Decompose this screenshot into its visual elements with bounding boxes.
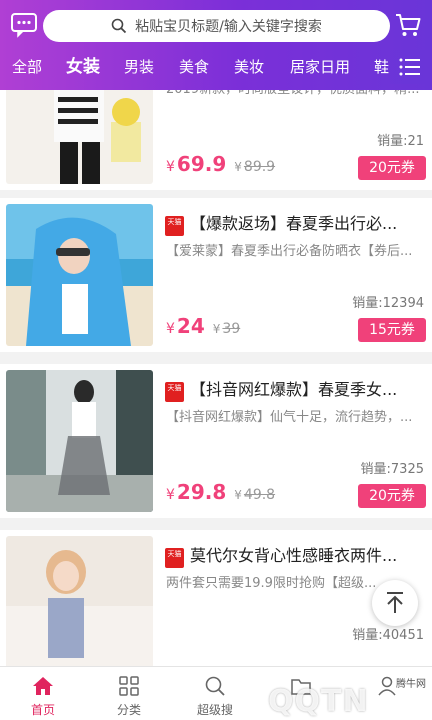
product-image[interactable] (6, 370, 153, 512)
product-card[interactable]: 天猫 莫代尔女背心性感睡衣两件... 两件套只需要19.9限时抢购【超级... … (0, 530, 432, 666)
product-card[interactable]: 天猫 【爆款返场】春夏季出行必... 【爱莱蒙】春夏季出行必备防晒衣【券后...… (0, 198, 432, 352)
coupon-badge[interactable]: 15元券 (358, 318, 426, 342)
tmall-badge: 天猫 (165, 216, 184, 236)
nav-home[interactable]: 首页 (0, 667, 86, 720)
sales-count: 销量:7325 (360, 462, 424, 477)
coupon-badge[interactable]: 20元券 (358, 156, 426, 180)
category-tabs: 全部 女装 男装 美食 美妆 居家日用 鞋 (0, 50, 390, 84)
tab-shoes[interactable]: 鞋 (374, 50, 389, 84)
original-price: 49.8 (243, 487, 276, 503)
price-row: ¥ 69.9 ¥ 89.9 (166, 152, 275, 180)
sales-count: 销量:12394 (352, 296, 424, 311)
coupon-price: 29.8 (176, 480, 227, 504)
original-price: 89.9 (243, 159, 276, 175)
currency-symbol: ¥ (166, 159, 175, 175)
currency-symbol: ¥ (166, 487, 175, 503)
product-card[interactable]: 天猫 【抖音网红爆款】春夏季女... 【抖音网红爆款】仙气十足，流行趋势，...… (0, 364, 432, 518)
product-list[interactable]: 2019新款，时尚版型设计，优质面料，精... 销量:21 ¥ 69.9 ¥ 8… (0, 90, 432, 666)
coupon-badge[interactable]: 20元券 (358, 484, 426, 508)
price-row: ¥ 24 ¥ 39 (166, 314, 240, 342)
coupon-price: 24 (176, 314, 205, 338)
product-image[interactable] (6, 90, 153, 184)
arrow-up-icon (387, 592, 403, 613)
user-icon (378, 676, 396, 696)
nav-label: 超级搜 (196, 703, 233, 717)
sales-count: 销量:21 (377, 134, 424, 149)
coupon-price: 69.9 (176, 152, 227, 176)
nav-category[interactable]: 分类 (86, 667, 172, 720)
watermark-logo: QQTN (268, 684, 369, 719)
tab-beauty[interactable]: 美妆 (234, 50, 264, 84)
product-image[interactable] (6, 204, 153, 346)
currency-symbol: ¥ (166, 321, 175, 337)
search-input[interactable]: 粘贴宝贝标题/输入关键字搜索 (43, 10, 390, 42)
product-desc: 【爱莱蒙】春夏季出行必备防晒衣【券后... (166, 244, 413, 259)
product-desc: 【抖音网红爆款】仙气十足，流行趋势，... (166, 410, 413, 425)
tab-mens[interactable]: 男装 (124, 50, 154, 84)
message-icon[interactable] (10, 12, 38, 38)
currency-symbol: ¥ (234, 488, 242, 502)
product-card[interactable]: 2019新款，时尚版型设计，优质面料，精... 销量:21 ¥ 69.9 ¥ 8… (0, 90, 432, 190)
nav-label: 分类 (116, 703, 141, 717)
product-title[interactable]: 莫代尔女背心性感睡衣两件... (190, 544, 426, 568)
tmall-badge: 天猫 (165, 382, 184, 402)
sales-count: 销量:40451 (352, 628, 424, 643)
tab-home[interactable]: 居家日用 (290, 50, 350, 84)
tab-food[interactable]: 美食 (179, 50, 209, 84)
product-title[interactable]: 【抖音网红爆款】春夏季女... (190, 378, 426, 402)
watermark-site: 腾牛网 (396, 679, 426, 690)
tmall-badge: 天猫 (165, 548, 184, 568)
original-price: 39 (222, 321, 241, 337)
product-desc: 2019新款，时尚版型设计，优质面料，精... (166, 90, 426, 100)
price-row: ¥ 29.8 ¥ 49.8 (166, 480, 275, 508)
list-menu-icon (399, 58, 420, 76)
category-icon (119, 676, 139, 696)
top-header: 粘贴宝贝标题/输入关键字搜索 全部 女装 男装 美食 美妆 居家日用 鞋 (0, 0, 432, 90)
nav-label: 首页 (30, 703, 55, 717)
cart-icon[interactable] (394, 11, 422, 39)
back-to-top-button[interactable] (372, 580, 418, 626)
more-categories-button[interactable] (390, 50, 432, 84)
search-icon (205, 676, 225, 696)
product-title[interactable]: 【爆款返场】春夏季出行必... (190, 212, 426, 236)
tab-womens[interactable]: 女装 (66, 50, 100, 84)
search-placeholder: 粘贴宝贝标题/输入关键字搜索 (135, 19, 322, 35)
tab-all[interactable]: 全部 (12, 50, 42, 84)
nav-super-search[interactable]: 超级搜 (172, 667, 258, 720)
search-icon (111, 18, 127, 34)
currency-symbol: ¥ (212, 322, 221, 336)
currency-symbol: ¥ (234, 160, 242, 174)
product-image[interactable] (6, 536, 153, 666)
home-icon (33, 677, 53, 695)
